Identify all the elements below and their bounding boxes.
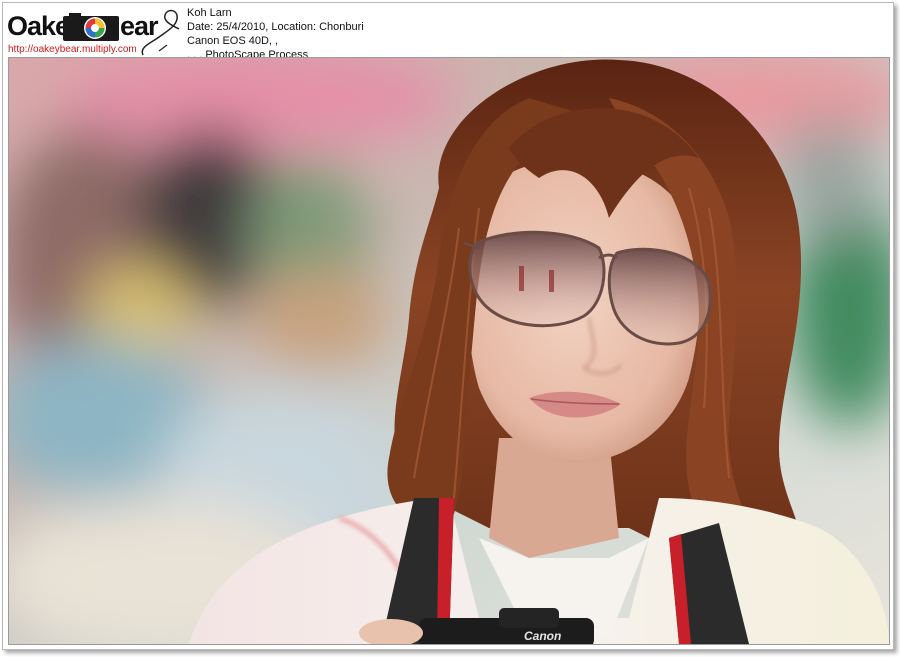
caption-camera: Canon EOS 40D, , (187, 35, 279, 47)
caption-title: Koh Larn (187, 7, 232, 19)
camera-brand-label: Canon (524, 629, 561, 643)
caption-date-location: Date: 25/4/2010, Location: Chonburi (187, 21, 364, 33)
photo-caption: Koh Larn Date: 25/4/2010, Location: Chon… (187, 6, 364, 62)
swoosh-icon (141, 9, 180, 56)
watermark-logo: Oakey ear http://oakeybear.multiply.com (7, 7, 185, 57)
portrait-image: Canon (9, 58, 889, 644)
website-link[interactable]: http://oakeybear.multiply.com (8, 44, 137, 55)
photo-frame: Oakey ear http://oakeybear.multiply.com … (2, 2, 894, 650)
header: Oakey ear http://oakeybear.multiply.com … (3, 3, 893, 61)
portrait-photo: Canon (8, 57, 890, 645)
camera-logo-icon (63, 13, 119, 41)
